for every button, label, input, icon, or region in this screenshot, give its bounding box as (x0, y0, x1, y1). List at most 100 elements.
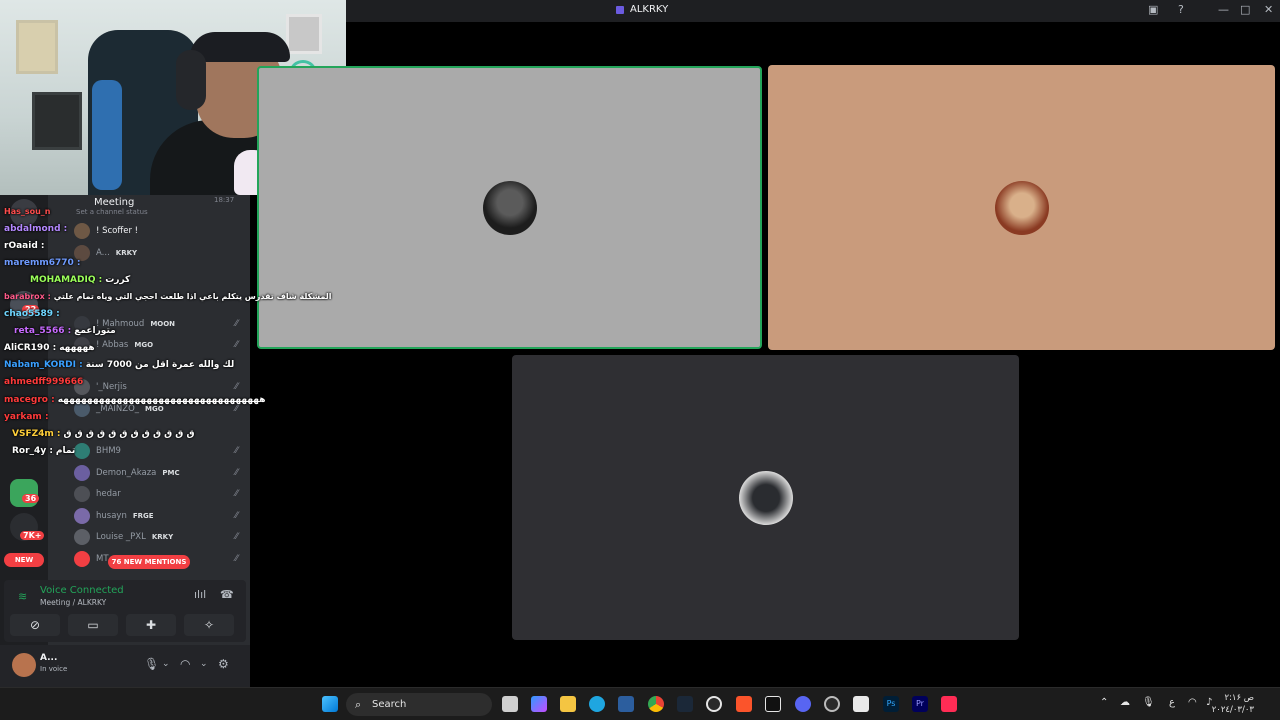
voice-member[interactable]: hedar ⁄⁄ (74, 484, 244, 504)
close-button[interactable]: ✕ (1264, 3, 1273, 16)
steam-icon[interactable] (677, 696, 693, 712)
edge-icon[interactable] (589, 696, 605, 712)
copilot-icon[interactable] (531, 696, 547, 712)
wifi-icon[interactable]: ◠ (1188, 697, 1197, 708)
tiktok-icon[interactable] (941, 696, 957, 712)
voice-member[interactable]: Louise _PXL KRKY ⁄⁄ (74, 527, 244, 547)
headphones-icon[interactable]: ◠ (180, 657, 190, 671)
camera-off-button[interactable]: ⊘ (10, 614, 60, 636)
obs-icon[interactable] (824, 696, 840, 712)
activities-button[interactable]: ✚ (126, 614, 176, 636)
streamer (190, 32, 290, 62)
task-view-icon[interactable] (502, 696, 518, 712)
chat-text: ههههههههههههههههههههههههههههههههههه (57, 395, 266, 405)
avatar (74, 529, 90, 545)
premiere-icon[interactable]: Pr (912, 696, 928, 712)
channel-name: Meeting (94, 197, 135, 208)
chevron-down-icon[interactable]: ⌄ (200, 659, 208, 669)
windows-start-icon[interactable] (322, 696, 338, 712)
chat-message: Has_sou_n (4, 207, 54, 216)
video-tile-speaking[interactable] (257, 66, 762, 349)
voice-member[interactable]: husayn FRGE ⁄⁄ (74, 506, 244, 526)
search-placeholder: Search (372, 699, 407, 710)
store-icon[interactable] (618, 696, 634, 712)
screen: ALKRKY ▣ ? — □ ✕ 22 36 7K+ NEW Meeting S… (0, 0, 1280, 720)
maximize-button[interactable]: □ (1240, 3, 1250, 16)
cloud-icon[interactable]: ☁ (1120, 697, 1130, 708)
play-button-plaque (32, 92, 82, 150)
capcut-icon[interactable] (765, 696, 781, 712)
search-icon: ⌕ (355, 698, 362, 711)
title-bar: ALKRKY ▣ ? — □ ✕ (346, 0, 1280, 22)
chat-nick: Nabam_KORDI : (4, 360, 83, 370)
chevron-down-icon[interactable]: ⌄ (162, 659, 170, 669)
settings-gear-icon[interactable]: ⚙ (218, 657, 229, 671)
new-mentions-pill[interactable]: 76 NEW MENTIONS (108, 555, 190, 569)
chat-nick: maremm6770 : (4, 258, 81, 268)
language-indicator[interactable]: ع (1169, 697, 1175, 708)
disconnect-icon[interactable]: ☎ (220, 588, 234, 601)
voice-status-title[interactable]: Voice Connected (40, 585, 124, 596)
file-explorer-icon[interactable] (560, 696, 576, 712)
settings-icon[interactable] (706, 696, 722, 712)
play-button-plaque (16, 20, 58, 74)
screen-share-button[interactable]: ▭ (68, 614, 118, 636)
chat-message: ahmedff999666 (4, 377, 86, 387)
voice-member[interactable]: A... KRKY (74, 243, 244, 263)
chat-message: reta_5566 : متوراعمع (14, 326, 116, 336)
user-panel: A... In voice 🎙 ⌄ ◠ ⌄ ⚙ (0, 645, 250, 687)
voice-member[interactable]: Demon_Akaza PMC ⁄⁄ (74, 463, 244, 483)
member-name: hedar (96, 489, 121, 499)
new-unreads-pill[interactable]: NEW (4, 553, 44, 567)
member-name: BHM9 (96, 446, 121, 456)
microphone-icon[interactable]: 🎙 (144, 657, 159, 671)
inbox-icon[interactable]: ▣ (1148, 3, 1158, 16)
chevron-up-icon[interactable]: ⌃ (1100, 697, 1108, 708)
server-tag: KRKY (151, 533, 174, 541)
discord-icon[interactable] (795, 696, 811, 712)
video-tile[interactable] (768, 65, 1275, 350)
server-icon (616, 5, 624, 14)
chrome-icon[interactable] (648, 696, 664, 712)
chat-nick: reta_5566 : (14, 326, 72, 336)
avatar[interactable] (12, 653, 36, 677)
deafened-icon: ⁄⁄ (234, 382, 238, 392)
minimize-button[interactable]: — (1218, 3, 1229, 16)
channel-status[interactable]: Set a channel status (76, 208, 148, 216)
chat-nick: rOaaid : (4, 241, 45, 251)
voice-channel-link[interactable]: Meeting / ALKRKY (40, 598, 106, 607)
brave-icon[interactable] (736, 696, 752, 712)
clock[interactable]: ۲:۱۶ ص ۲۰۲٤/۰۳/۰۳ (1212, 692, 1254, 716)
voice-member[interactable]: ! Abbas MGO ⁄⁄ (74, 335, 244, 355)
voice-member[interactable]: '_Nerjis ⁄⁄ (74, 377, 244, 397)
connection-icon[interactable]: ≋ (18, 590, 27, 603)
voice-member[interactable]: BHM9 ⁄⁄ (74, 441, 244, 461)
taskbar: ⌕ Search Ps Pr ⌃ ☁ 🎙 ع ◠ ♪ ۲:۱۶ ص ۲۰۲٤/۰… (0, 687, 1280, 720)
chat-nick: macegro : (4, 395, 55, 405)
noise-suppression-icon[interactable]: ılıl (194, 588, 206, 601)
mention-badge: 36 (22, 494, 40, 503)
soundboard-button[interactable]: ✧ (184, 614, 234, 636)
chat-nick: yarkam : (4, 412, 49, 422)
chat-message: yarkam : (4, 412, 52, 422)
member-name: _MAINZO_ (96, 404, 140, 414)
snipping-tool-icon[interactable] (853, 696, 869, 712)
photoshop-icon[interactable]: Ps (883, 696, 899, 712)
chat-nick: VSFZ4m : (12, 429, 61, 439)
window-title: ALKRKY (616, 4, 668, 15)
voice-member[interactable]: ! Scoffer ! (74, 221, 244, 241)
avatar (994, 180, 1049, 235)
member-name: Demon_Akaza (96, 468, 157, 478)
chat-text: ق ق ق ق ق ق ق ق ق ق ق ق (63, 429, 195, 439)
chat-text: المشكلة شاف تقدرس يتكلم باعي اذا طلعت اح… (53, 292, 332, 301)
chat-nick: abdalmond : (4, 224, 68, 234)
video-tile[interactable] (512, 355, 1019, 640)
muted-icon: ⁄⁄ (234, 532, 238, 542)
avatar (74, 551, 90, 567)
help-icon[interactable]: ? (1178, 3, 1184, 16)
chat-nick: MOHAMADIQ : (30, 275, 103, 285)
taskbar-search[interactable]: ⌕ Search (346, 693, 492, 716)
chat-message: MOHAMADIQ : كررت (30, 275, 130, 285)
microphone-icon[interactable]: 🎙 (1142, 697, 1155, 708)
clock-time: ۲:۱۶ ص (1224, 693, 1254, 703)
